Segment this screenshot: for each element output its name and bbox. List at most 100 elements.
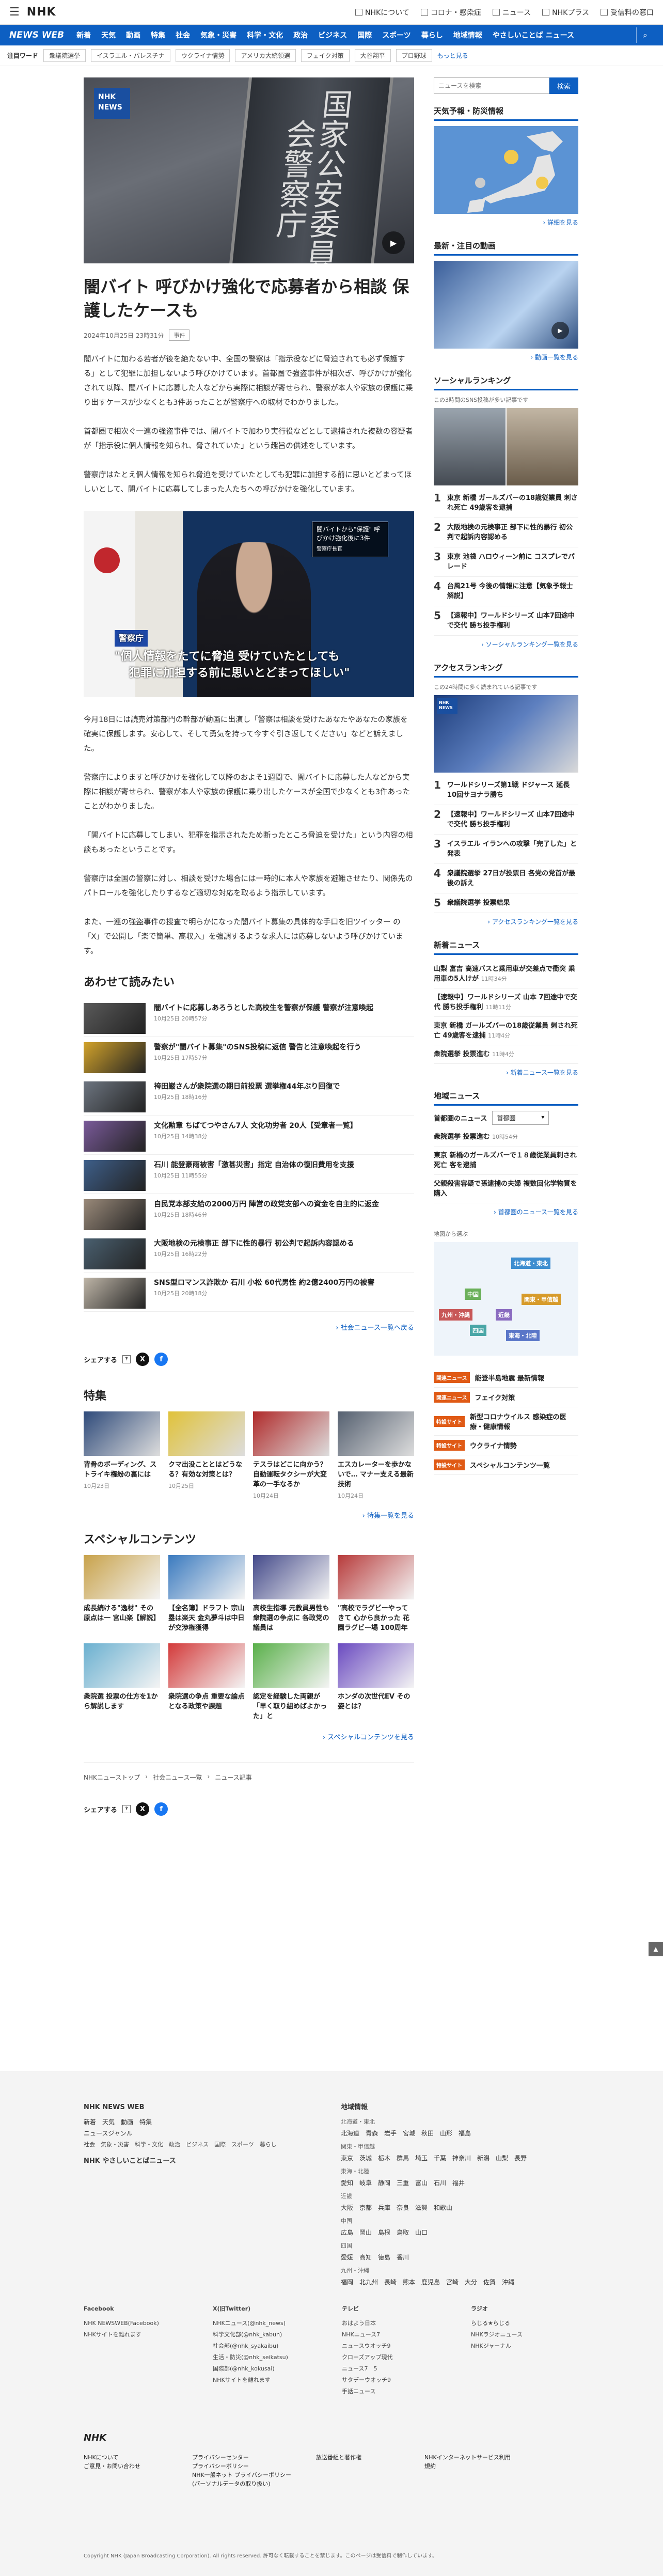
nav-item-12[interactable]: 地域情報	[453, 30, 482, 40]
special-link-title[interactable]: フェイク対策	[475, 1392, 515, 1402]
special-card-image[interactable]	[338, 1411, 414, 1456]
footer-bottom-link[interactable]: プライバシーポリシー	[192, 2462, 295, 2471]
footer-column-link[interactable]: NHKジャーナル	[471, 2341, 590, 2352]
footer-column-link[interactable]: NHKラジオニュース	[471, 2329, 590, 2341]
footer-column-link[interactable]: NHKサイトを離れます	[84, 2329, 202, 2341]
special-link-title[interactable]: 新型コロナウイルス 感染症の医療・健康情報	[470, 1411, 578, 1431]
footer-column-link[interactable]: 科学文化部(@nhk_kabun)	[213, 2329, 332, 2341]
related-thumbnail[interactable]	[84, 1160, 146, 1191]
video-more-link[interactable]: › 動画一覧を見る	[434, 353, 578, 362]
social-thumb-2[interactable]	[507, 408, 578, 485]
contents-card-image[interactable]	[168, 1643, 245, 1688]
ranking-item[interactable]: 3 イスラエル イランへの攻撃「完了した」と発表	[434, 835, 578, 864]
search-input[interactable]	[434, 77, 549, 94]
region-kyushu[interactable]: 九州・沖縄	[439, 1309, 472, 1321]
footer-column-link[interactable]: 社会部(@nhk_syakaibu)	[213, 2341, 332, 2352]
related-thumbnail[interactable]	[84, 1081, 146, 1112]
contents-card[interactable]: 高校生指導 元教員男性も 衆院選の争点に 各政党の議員は	[253, 1555, 329, 1633]
related-item[interactable]: 石川 能登豪雨被害「激甚災害」指定 自治体の復旧費用を支援 10月25日 11時5…	[84, 1155, 414, 1194]
related-item-title[interactable]: 文化勲章 ちばてつやさん7人 文化功労者 20人【受章者一覧】	[154, 1121, 357, 1131]
related-thumbnail[interactable]	[84, 1278, 146, 1309]
special-card-title[interactable]: エスカレーターを歩かないで… マナー支える最新技術	[338, 1460, 414, 1489]
keyword-tag-0[interactable]: 衆議院選挙	[43, 49, 86, 62]
footer-bottom-link[interactable]: NHKについて	[84, 2453, 171, 2462]
footer-column-link[interactable]: らじる★らじる	[471, 2318, 590, 2329]
ranking-title[interactable]: 東京 新橋 ガールズバーの18歳従業員 刺され死亡 49歳客を逮捕	[447, 493, 578, 513]
contents-card[interactable]: 衆院選の争点 重要な論点となる政策や課題	[168, 1643, 245, 1721]
new-news-more-text[interactable]: 新着ニュース一覧を見る	[511, 1069, 578, 1076]
top-link-news[interactable]: ニュース	[492, 7, 531, 18]
facebook-share-icon-bottom[interactable]: f	[154, 1802, 168, 1816]
contents-card[interactable]: 認定を経験した両親が「早く取り組めばよかった」と	[253, 1643, 329, 1721]
breadcrumb-item[interactable]: NHKニューストップ	[84, 1773, 140, 1782]
special-card[interactable]: テスラはどこに向かう？自動運転タクシーが大変革の一手なるか 10月24日	[253, 1411, 329, 1500]
news-item-title[interactable]: 衆院選挙 投票進む	[434, 1133, 490, 1141]
share-help-icon-bottom[interactable]: ?	[122, 1805, 131, 1813]
related-item-title[interactable]: 大阪地検の元検事正 部下に性的暴行 初公判で起訴内容認める	[154, 1238, 354, 1249]
footer-easy-news[interactable]: NHK やさしいことばニュース	[84, 2156, 301, 2167]
footer-column-link[interactable]: NHKニュース(@nhk_news)	[213, 2318, 332, 2329]
ranking-title[interactable]: イスラエル イランへの攻撃「完了した」と発表	[447, 839, 578, 859]
region-chugoku[interactable]: 中国	[465, 1289, 481, 1300]
weather-more-text[interactable]: 詳細を見る	[547, 219, 578, 226]
ranking-item[interactable]: 3 東京 池袋 ハロウィーン前に コスプレでパレード	[434, 547, 578, 577]
special-more-link[interactable]: › 特集一覧を見る	[84, 1510, 414, 1520]
contents-card[interactable]: 【全名簿】ドラフト 宗山塁は楽天 金丸夢斗は中日が交渉権獲得	[168, 1555, 245, 1633]
contents-card-title[interactable]: 衆院選の争点 重要な論点となる政策や課題	[168, 1692, 245, 1711]
news-item-title[interactable]: 衆院選挙 投票進む	[434, 1050, 490, 1058]
special-card-image[interactable]	[253, 1411, 329, 1456]
social-thumb-1[interactable]	[434, 408, 506, 485]
footer-region-prefs[interactable]: 北海道 青森 岩手 宮城 秋田 山形 福島	[341, 2128, 578, 2139]
special-card[interactable]: 背骨のボーディング、ストライキ権紛の裏には 10月23日	[84, 1411, 160, 1500]
footer-column-link[interactable]: ニュース7 5	[342, 2363, 461, 2375]
social-thumbnails[interactable]	[434, 408, 578, 485]
special-link[interactable]: 特設サイト スペシャルコンテンツ一覧	[434, 1455, 578, 1475]
footer-column-link[interactable]: クローズアップ現代	[342, 2352, 461, 2363]
search-button[interactable]: 検索	[549, 77, 578, 94]
nav-item-3[interactable]: 特集	[151, 30, 165, 40]
contents-card-title[interactable]: "高校でラグビーやってきて 心から良かった 花園ラグビー場 100周年	[338, 1604, 414, 1633]
news-web-brand[interactable]: NEWS WEB	[9, 30, 64, 40]
contents-card-image[interactable]	[84, 1555, 160, 1599]
footer-region-prefs[interactable]: 大阪 京都 兵庫 奈良 滋賀 和歌山	[341, 2202, 578, 2213]
special-card-title[interactable]: テスラはどこに向かう？自動運転タクシーが大変革の一手なるか	[253, 1460, 329, 1489]
contents-card[interactable]: ホンダの次世代EV その姿とは？	[338, 1643, 414, 1721]
share-help-icon[interactable]: ?	[122, 1355, 131, 1363]
special-more-text[interactable]: 特集一覧を見る	[367, 1512, 414, 1520]
ranking-title[interactable]: 大阪地検の元検事正 部下に性的暴行 初公判で起訴内容認める	[447, 523, 578, 542]
access-more-link[interactable]: › アクセスランキング一覧を見る	[434, 917, 578, 926]
nav-item-9[interactable]: 国際	[357, 30, 372, 40]
breadcrumb-item[interactable]: 社会ニュース一覧	[153, 1773, 202, 1782]
special-card-title[interactable]: 背骨のボーディング、ストライキ権紛の裏には	[84, 1460, 160, 1480]
footer-region-prefs[interactable]: 福岡 北九州 長崎 熊本 鹿児島 宮崎 大分 佐賀 沖縄	[341, 2276, 578, 2288]
news-item[interactable]: 父親殺害容疑で孫逮捕の夫婦 複数回化学物質を購入	[434, 1175, 578, 1203]
related-item[interactable]: 警察が"闇バイト募集"のSNS投稿に返信 警告と注意喚起を行う 10月25日 17…	[84, 1037, 414, 1076]
footer-region-prefs[interactable]: 愛媛 高知 徳島 香川	[341, 2252, 578, 2263]
contents-more-text[interactable]: スペシャルコンテンツを見る	[327, 1734, 414, 1741]
footer-column-link[interactable]: 国際部(@nhk_kokusai)	[213, 2363, 332, 2375]
footer-nhk-logo[interactable]: NHK	[84, 2432, 106, 2443]
local-region-select[interactable]: 首都圏 ▾	[492, 1111, 549, 1125]
news-item-title[interactable]: 父親殺害容疑で孫逮捕の夫婦 複数回化学物質を購入	[434, 1180, 577, 1198]
related-item-title[interactable]: 自民党本部支給の2000万円 陣営の政党支部への資金を自主的に返金	[154, 1199, 379, 1210]
nav-item-10[interactable]: スポーツ	[382, 30, 411, 40]
related-item[interactable]: SNS型ロマンス詐欺か 石川 小松 60代男性 約2億2400万円の被害 10月2…	[84, 1273, 414, 1312]
region-shikoku[interactable]: 四国	[470, 1325, 486, 1336]
top-link-plus[interactable]: NHKプラス	[542, 7, 589, 18]
nhk-logo[interactable]: NHK	[27, 6, 56, 19]
region-tokai[interactable]: 東海・北陸	[506, 1330, 540, 1341]
special-card-title[interactable]: クマ出没こととはどうなる？有効な対策とは？	[168, 1460, 245, 1480]
access-more-text[interactable]: アクセスランキング一覧を見る	[492, 918, 578, 925]
ranking-item[interactable]: 5 衆議院選挙 投票結果	[434, 893, 578, 913]
footer-bottom-link[interactable]: 放送番組と著作権	[316, 2453, 404, 2462]
ranking-title[interactable]: 衆議院選挙 27日が投票日 各党の党首が最後の訴え	[447, 869, 578, 888]
special-link[interactable]: 特設サイト ウクライナ情勢	[434, 1436, 578, 1455]
access-thumbnail[interactable]: NHK NEWS	[434, 695, 578, 773]
ranking-item[interactable]: 2 大阪地検の元検事正 部下に性的暴行 初公判で起訴内容認める	[434, 518, 578, 547]
region-kinki[interactable]: 近畿	[496, 1309, 512, 1321]
contents-card-title[interactable]: 【全名簿】ドラフト 宗山塁は楽天 金丸夢斗は中日が交渉権獲得	[168, 1604, 245, 1633]
contents-card-title[interactable]: 高校生指導 元教員男性も 衆院選の争点に 各政党の議員は	[253, 1604, 329, 1633]
keyword-tag-5[interactable]: 大谷翔平	[354, 49, 391, 62]
social-more-text[interactable]: ソーシャルランキング一覧を見る	[486, 641, 578, 648]
special-link-title[interactable]: 能登半島地震 最新情報	[475, 1373, 545, 1383]
